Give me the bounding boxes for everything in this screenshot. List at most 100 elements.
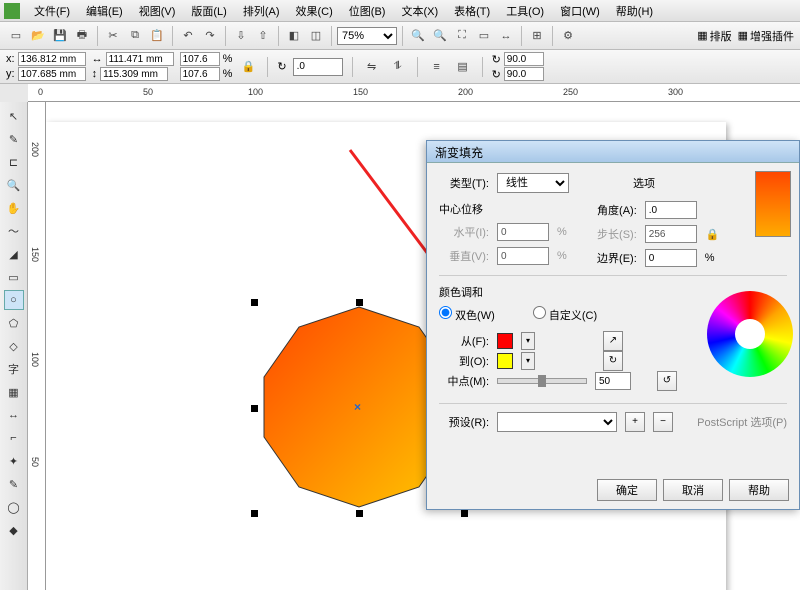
options-icon[interactable]: ⚙ [558,26,578,46]
cut-icon[interactable]: ✂ [103,26,123,46]
y-input[interactable] [18,67,86,81]
eyedropper-tool-icon[interactable]: ✎ [4,474,24,494]
selection-handle[interactable] [356,299,363,306]
paste-icon[interactable]: 📋 [147,26,167,46]
menu-window[interactable]: 窗口(W) [552,3,608,19]
shape-tool-icon[interactable]: ✎ [4,129,24,149]
dialog-title: 渐变填充 [427,141,799,163]
zoom-page-icon[interactable]: ▭ [474,26,494,46]
menu-bitmap[interactable]: 位图(B) [341,3,394,19]
save-icon[interactable]: 💾 [50,26,70,46]
x-input[interactable] [18,52,86,66]
layout-button[interactable]: ▦ 排版 [697,28,731,44]
ok-button[interactable]: 确定 [597,479,657,501]
angle-input[interactable] [645,201,697,219]
type-select[interactable]: 线性 [497,173,569,193]
menu-effects[interactable]: 效果(C) [288,3,341,19]
skew2-input[interactable] [504,67,544,81]
basic-shapes-icon[interactable]: ◇ [4,336,24,356]
dimension-tool-icon[interactable]: ↔ [4,405,24,425]
print-icon[interactable]: 🖶 [72,26,92,46]
scale-x-input[interactable] [180,52,220,66]
menu-file[interactable]: 文件(F) [26,3,78,19]
menu-arrange[interactable]: 排列(A) [235,3,288,19]
selection-handle[interactable] [251,299,258,306]
undo-icon[interactable]: ↶ [178,26,198,46]
interactive-tool-icon[interactable]: ✦ [4,451,24,471]
postscript-button[interactable]: PostScript 选项(P) [697,414,787,430]
zoom-tool-icon[interactable]: 🔍 [4,175,24,195]
pick-tool-icon[interactable]: ↖ [4,106,24,126]
vert-input [497,247,549,265]
freehand-tool-icon[interactable]: ～ [4,221,24,241]
order-icon[interactable]: ▤ [453,57,473,77]
height-input[interactable] [100,67,168,81]
outline-tool-icon[interactable]: ◯ [4,497,24,517]
connector-tool-icon[interactable]: ⌐ [4,428,24,448]
width-input[interactable] [106,52,174,66]
skew1-input[interactable] [504,52,544,66]
preset-add-icon[interactable]: + [625,412,645,432]
lock-icon[interactable]: 🔒 [705,225,721,243]
enhance-button[interactable]: ▦ 增强插件 [738,28,794,44]
crop-tool-icon[interactable]: ⊏ [4,152,24,172]
from-color-dropdown[interactable]: ▾ [521,332,535,350]
menu-text[interactable]: 文本(X) [393,3,446,19]
path-direct-icon[interactable]: ↗ [603,331,623,351]
zoom-width-icon[interactable]: ↔ [496,26,516,46]
path-ccw-icon[interactable]: ↺ [657,371,677,391]
snap-icon[interactable]: ⊞ [527,26,547,46]
cancel-button[interactable]: 取消 [663,479,723,501]
open-icon[interactable]: 📂 [28,26,48,46]
color-wheel[interactable] [707,291,793,377]
menu-layout[interactable]: 版面(L) [183,3,234,19]
polygon-tool-icon[interactable]: ⬠ [4,313,24,333]
scale-y-input[interactable] [180,67,220,81]
selection-handle[interactable] [251,510,258,517]
menu-help[interactable]: 帮助(H) [608,3,661,19]
zoom-select[interactable]: 75% [337,27,397,45]
menu-edit[interactable]: 编辑(E) [78,3,131,19]
copy-icon[interactable]: ⧉ [125,26,145,46]
redo-icon[interactable]: ↷ [200,26,220,46]
hand-tool-icon[interactable]: ✋ [4,198,24,218]
two-color-radio[interactable] [439,306,452,319]
custom-radio[interactable] [533,306,546,319]
preset-remove-icon[interactable]: − [653,412,673,432]
fill-tool-icon[interactable]: ◆ [4,520,24,540]
zoom-fit-icon[interactable]: ⛶ [452,26,472,46]
path-cw-icon[interactable]: ↻ [603,351,623,371]
midpoint-input[interactable] [595,372,631,390]
to-color-swatch[interactable] [497,353,513,369]
to-color-dropdown[interactable]: ▾ [521,352,535,370]
rotation-input[interactable] [293,58,343,76]
mirror-h-icon[interactable]: ⇋ [362,57,382,77]
import-icon[interactable]: ⇩ [231,26,251,46]
from-color-swatch[interactable] [497,333,513,349]
welcome-icon[interactable]: ◫ [306,26,326,46]
selection-handle[interactable] [461,510,468,517]
menu-view[interactable]: 视图(V) [131,3,184,19]
ellipse-tool-icon[interactable]: ○ [4,290,24,310]
horiz-input [497,223,549,241]
selection-handle[interactable] [356,510,363,517]
text-tool-icon[interactable]: 字 [4,359,24,379]
preset-select[interactable] [497,412,617,432]
smart-fill-icon[interactable]: ◢ [4,244,24,264]
help-button[interactable]: 帮助 [729,479,789,501]
table-tool-icon[interactable]: ▦ [4,382,24,402]
align-icon[interactable]: ≡ [427,57,447,77]
rectangle-tool-icon[interactable]: ▭ [4,267,24,287]
mirror-v-icon[interactable]: ⥮ [388,57,408,77]
menu-table[interactable]: 表格(T) [446,3,498,19]
menu-tools[interactable]: 工具(O) [498,3,552,19]
app-launcher-icon[interactable]: ◧ [284,26,304,46]
lock-ratio-icon[interactable]: 🔒 [238,57,258,77]
midpoint-slider[interactable] [497,378,587,384]
export-icon[interactable]: ⇧ [253,26,273,46]
zoom-out-icon[interactable]: 🔍 [430,26,450,46]
new-icon[interactable]: ▭ [6,26,26,46]
zoom-in-icon[interactable]: 🔍 [408,26,428,46]
edge-input[interactable] [645,249,697,267]
selection-handle[interactable] [251,405,258,412]
